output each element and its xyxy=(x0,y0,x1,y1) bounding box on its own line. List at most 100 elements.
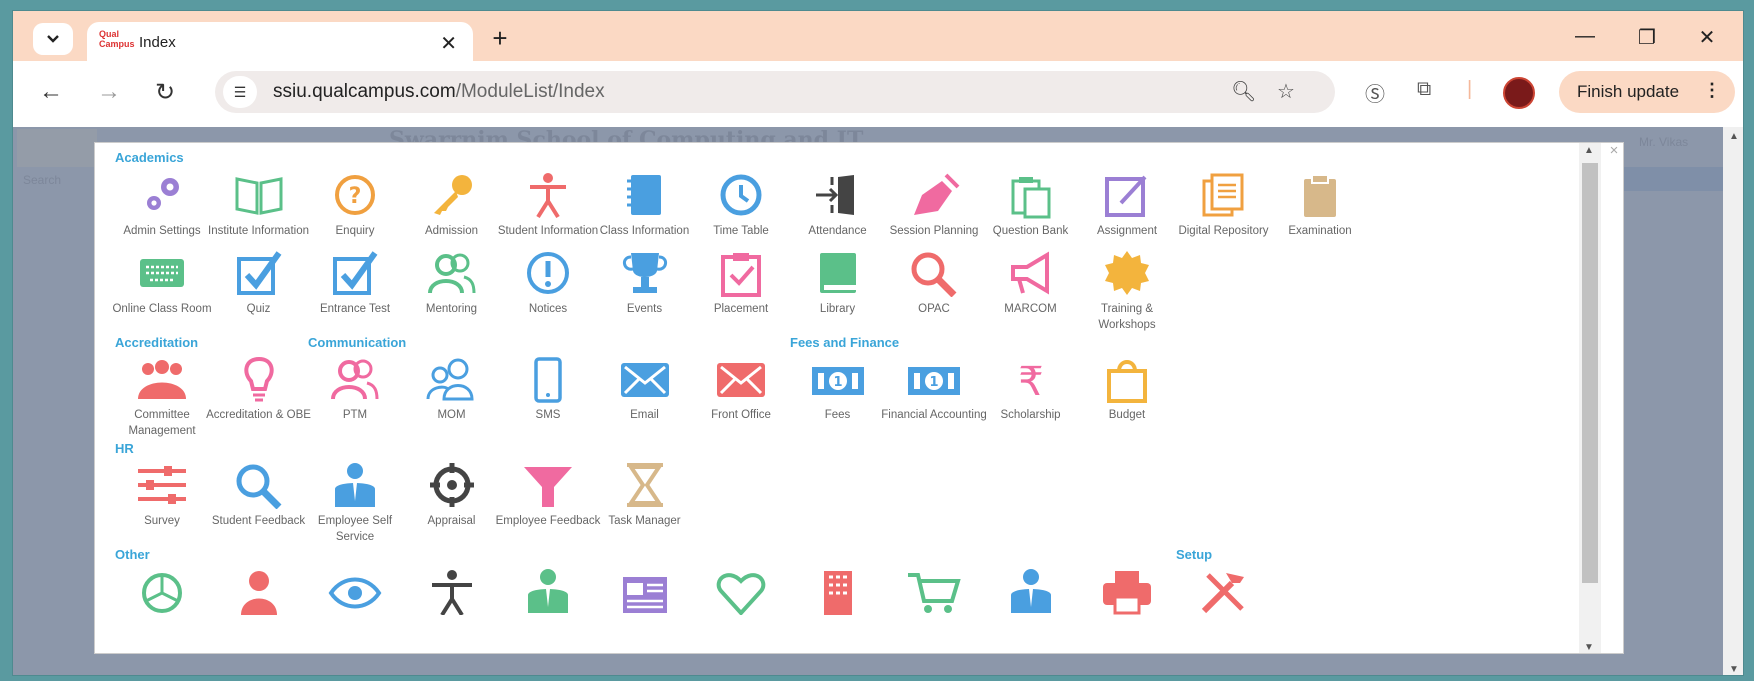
section-fees-and-finance: Fees and Finance xyxy=(790,335,900,350)
reload-icon[interactable]: ↻ xyxy=(147,78,183,107)
module-library[interactable]: Library xyxy=(784,249,892,317)
more-menu-icon[interactable]: ⋮ xyxy=(1703,80,1721,101)
module-admin-settings[interactable]: Admin Settings xyxy=(108,171,216,239)
tools-icon xyxy=(1196,567,1252,615)
module-digital-repository[interactable]: Digital Repository xyxy=(1170,171,1278,239)
svg-text:1: 1 xyxy=(929,375,938,390)
module-sms[interactable]: SMS xyxy=(494,355,602,423)
module-label: SMS xyxy=(535,409,561,421)
users-icon xyxy=(327,355,383,403)
module-email[interactable]: Email xyxy=(591,355,699,423)
module-printer[interactable] xyxy=(1073,567,1181,615)
module-student-information[interactable]: Student Information xyxy=(494,171,602,239)
module-entrance-test[interactable]: Entrance Test xyxy=(301,249,409,317)
module-label: Enquiry xyxy=(335,225,375,237)
finish-update-button[interactable]: Finish update ⋮ xyxy=(1559,71,1735,113)
module-financial-accounting[interactable]: 1 Financial Accounting xyxy=(880,355,988,423)
module-fees[interactable]: 1 Fees xyxy=(784,355,892,423)
modal-close-icon[interactable]: × xyxy=(1607,143,1621,159)
new-tab-button[interactable]: + xyxy=(483,23,517,54)
module-appraisal[interactable]: Appraisal xyxy=(398,461,506,529)
module-employee-self-service[interactable]: Employee Self Service xyxy=(301,461,409,545)
module-attendance[interactable]: Attendance xyxy=(784,171,892,239)
module-examination[interactable]: Examination xyxy=(1266,171,1374,239)
module-cart[interactable] xyxy=(880,567,988,615)
module-admission[interactable]: Admission xyxy=(398,171,506,239)
funnel-icon xyxy=(520,461,576,509)
module-mom[interactable]: MOM xyxy=(398,355,506,423)
module-placement[interactable]: Placement xyxy=(687,249,795,317)
finish-update-label: Finish update xyxy=(1577,82,1680,101)
edit-square-icon xyxy=(1099,171,1155,219)
module-heart[interactable] xyxy=(687,567,795,616)
tab-search-button[interactable] xyxy=(33,23,73,55)
module-committee-management[interactable]: Committee Management xyxy=(108,355,216,439)
module-label: Admission xyxy=(424,225,479,237)
module-training-workshops[interactable]: Training & Workshops xyxy=(1073,249,1181,333)
modal-scrollbar[interactable]: ▲ ▼ xyxy=(1579,143,1601,653)
target-icon xyxy=(424,461,480,509)
skype-extension-icon[interactable]: Ⓢ xyxy=(1365,78,1385,107)
module-student-feedback[interactable]: Student Feedback xyxy=(205,461,313,529)
module-accreditation-obe[interactable]: Accreditation & OBE xyxy=(205,355,313,423)
module-employee-feedback[interactable]: Employee Feedback xyxy=(494,461,602,529)
module-budget[interactable]: Budget xyxy=(1073,355,1181,423)
close-window-icon[interactable]: ✕ xyxy=(1687,25,1727,50)
module-scholarship[interactable]: ₹ Scholarship xyxy=(977,355,1085,423)
module-institute-information[interactable]: Institute Information xyxy=(205,171,313,239)
module-tools[interactable] xyxy=(1170,567,1278,615)
module-person[interactable] xyxy=(205,567,313,615)
modal-scroll-thumb[interactable] xyxy=(1582,163,1598,583)
url-path: /ModuleList/Index xyxy=(455,81,605,102)
module-session-planning[interactable]: Session Planning xyxy=(880,171,988,239)
site-info-icon[interactable]: ☰ xyxy=(223,76,257,108)
module-employee[interactable] xyxy=(494,567,602,615)
module-question-bank[interactable]: Question Bank xyxy=(977,171,1085,239)
module-ptm[interactable]: PTM xyxy=(301,355,409,423)
address-bar[interactable]: ☰ ssiu.qualcampus.com/ModuleList/Index 🔍… xyxy=(215,71,1335,113)
restore-icon[interactable]: ❐ xyxy=(1627,25,1667,50)
module-label: Quiz xyxy=(246,303,271,315)
module-mentoring[interactable]: Mentoring xyxy=(398,249,506,317)
browser-tab[interactable]: Qual Campus Index ✕ xyxy=(87,22,473,62)
module-building[interactable] xyxy=(784,567,892,615)
module-time-table[interactable]: Time Table xyxy=(687,171,795,239)
module-pie[interactable] xyxy=(108,567,216,615)
module-events[interactable]: Events xyxy=(591,249,699,317)
module-survey[interactable]: Survey xyxy=(108,461,216,529)
keyboard-icon xyxy=(134,249,190,297)
module-task-manager[interactable]: Task Manager xyxy=(591,461,699,529)
mail-icon xyxy=(713,355,769,403)
page-scrollbar[interactable]: ▲ ▼ xyxy=(1723,127,1743,675)
module-accessibility[interactable] xyxy=(398,567,506,617)
module-employee[interactable] xyxy=(977,567,1085,615)
forward-icon[interactable]: → xyxy=(91,78,127,106)
module-assignment[interactable]: Assignment xyxy=(1073,171,1181,239)
module-label: MOM xyxy=(437,409,466,421)
section-setup: Setup xyxy=(1176,547,1213,562)
module-eye[interactable] xyxy=(301,567,409,615)
module-class-information[interactable]: Class Information xyxy=(591,171,699,239)
module-label: Class Information xyxy=(599,225,690,237)
module-opac[interactable]: OPAC xyxy=(880,249,988,317)
module-online-class-room[interactable]: Online Class Room xyxy=(108,249,216,317)
module-front-office[interactable]: Front Office xyxy=(687,355,795,423)
extensions-puzzle-icon[interactable]: ⧉ xyxy=(1417,78,1431,101)
profile-avatar[interactable] xyxy=(1503,77,1535,109)
minimize-icon[interactable]: — xyxy=(1565,25,1605,48)
module-enquiry[interactable]: ? Enquiry xyxy=(301,171,409,239)
badge-icon xyxy=(1099,249,1155,297)
module-label: Student Information xyxy=(497,225,599,237)
module-notices[interactable]: Notices xyxy=(494,249,602,317)
cart-icon xyxy=(906,567,962,615)
back-icon[interactable]: ← xyxy=(33,78,69,106)
module-label: Session Planning xyxy=(889,225,979,237)
close-tab-icon[interactable]: ✕ xyxy=(440,31,457,56)
module-quiz[interactable]: Quiz xyxy=(205,249,313,317)
bookmark-star-icon[interactable]: ☆ xyxy=(1277,79,1295,104)
module-newspaper[interactable] xyxy=(591,567,699,615)
zoom-icon[interactable]: 🔍︎ xyxy=(1231,79,1256,104)
url-text[interactable]: ssiu.qualcampus.com/ModuleList/Index xyxy=(273,81,605,103)
module-marcom[interactable]: MARCOM xyxy=(977,249,1085,317)
tab-bar: Qual Campus Index ✕ + — ❐ ✕ xyxy=(13,11,1743,62)
